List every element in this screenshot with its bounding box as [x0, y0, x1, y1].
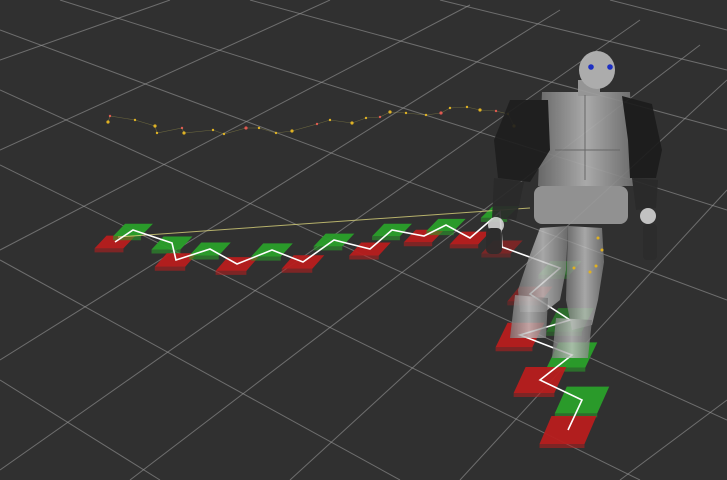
support-point [600, 248, 604, 252]
right-footstep[interactable] [281, 255, 325, 273]
grid-line [0, 259, 401, 480]
grid-line [0, 0, 171, 61]
left-footstep[interactable] [251, 243, 293, 261]
humanoid-robot-model[interactable] [486, 51, 662, 358]
left-eye-icon [588, 64, 594, 70]
support-point [596, 236, 600, 240]
grid-line [609, 0, 727, 31]
support-point [588, 270, 592, 274]
right-eye-icon [607, 64, 613, 70]
head [579, 51, 615, 89]
right-footstep[interactable] [539, 416, 597, 448]
pelvis [534, 186, 628, 224]
grid-line [0, 9, 561, 361]
support-point [572, 266, 576, 270]
grid-line [0, 0, 331, 151]
scene-canvas[interactable] [0, 0, 727, 480]
support-point [594, 264, 598, 268]
grid-line [619, 399, 727, 480]
right-footstep[interactable] [449, 231, 491, 249]
3d-viewport[interactable] [0, 0, 727, 480]
trajectory-line [107, 106, 515, 135]
com-trajectory [106, 105, 516, 136]
torso [538, 92, 634, 186]
right-footstep[interactable] [513, 366, 567, 398]
grid-line [0, 379, 161, 480]
